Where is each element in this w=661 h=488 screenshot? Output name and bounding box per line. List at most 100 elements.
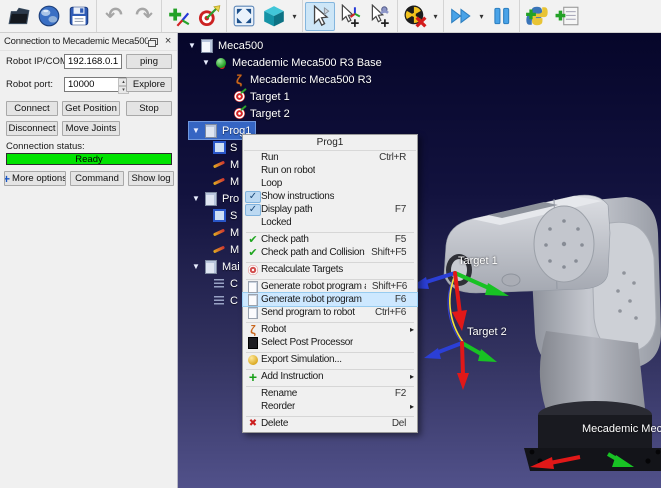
online-library-button[interactable] (34, 2, 64, 31)
fast-simulation-button[interactable] (446, 2, 476, 31)
expander-icon[interactable] (185, 41, 199, 50)
get-position-button[interactable]: Get Position (62, 101, 120, 116)
robot-base-3d-label: Mecademic Meca5 (582, 423, 661, 435)
frame-icon (213, 56, 229, 70)
expander-icon[interactable] (189, 262, 203, 271)
save-button[interactable] (64, 2, 94, 31)
add-reference-frame-button[interactable] (164, 2, 194, 31)
ip-row: Robot IP/COM: ping (0, 54, 178, 70)
page-icon (245, 307, 261, 319)
tree-item-main-program[interactable]: Mai (189, 258, 244, 275)
expander-icon[interactable] (189, 194, 203, 203)
menu-item-recalculate-targets[interactable]: Recalculate Targets (243, 263, 417, 276)
menu-item-select-post-processor[interactable]: Select Post Processor (243, 336, 417, 349)
call-icon (211, 277, 227, 291)
cube-icon (262, 4, 286, 28)
setref-icon (211, 141, 227, 155)
tree-item-instruction[interactable]: S (197, 207, 241, 224)
robot-icon (245, 324, 261, 336)
redo-button[interactable]: ↷ (129, 2, 159, 31)
expander-icon[interactable] (189, 126, 203, 135)
target2-3d-label: Target 2 (467, 326, 507, 338)
stop-button[interactable]: Stop (126, 101, 172, 116)
fast-simulation-dropdown[interactable]: ▾ (476, 2, 487, 31)
tree-item-instruction[interactable]: C (197, 292, 242, 309)
program-icon (203, 192, 219, 206)
undo-icon: ↶ (105, 6, 123, 26)
menu-item-generate-program[interactable]: Generate robot program F6 (243, 293, 417, 306)
move-icon (211, 243, 227, 257)
shortcut-label: Ctrl+F6 (369, 307, 406, 318)
add-item-button[interactable] (552, 2, 582, 31)
move-reference-button[interactable] (335, 2, 365, 31)
menu-item-check-path[interactable]: Check path F5 (243, 233, 417, 246)
add-target-button[interactable] (194, 2, 224, 31)
tree-item-prog2[interactable]: Pro (189, 190, 243, 207)
shortcut-label: Del (386, 418, 406, 429)
tree-item-instruction[interactable]: M (197, 173, 243, 190)
ip-input[interactable] (64, 54, 122, 69)
view-cube-button[interactable] (259, 2, 289, 31)
tree-item-target-1[interactable]: Target 1 (217, 88, 294, 105)
menu-item-loop[interactable]: Loop (243, 177, 417, 190)
show-log-button[interactable]: Show log (128, 171, 174, 186)
fit-view-button[interactable] (229, 2, 259, 31)
menu-item-check-path-collisions[interactable]: Check path and Collisions Shift+F5 (243, 246, 417, 259)
tree-item-base-frame[interactable]: Mecademic Meca500 R3 Base (199, 54, 386, 71)
toolbar-group-simulation: ▾ (444, 0, 520, 32)
view-cube-dropdown[interactable]: ▾ (289, 2, 300, 31)
program-icon (203, 124, 219, 138)
submenu-arrow-icon (406, 325, 414, 334)
none-icon (245, 152, 261, 164)
menu-item-generate-program-as[interactable]: Generate robot program as... Shift+F6 (243, 280, 417, 293)
connect-row: Connect Get Position Stop (0, 101, 178, 117)
none-icon (245, 165, 261, 177)
context-menu-items: Run Ctrl+R Run on robot Loop Show instru… (243, 151, 417, 430)
menu-item-run[interactable]: Run Ctrl+R (243, 151, 417, 164)
tree-item-instruction[interactable]: M (197, 156, 243, 173)
menu-item-reorder[interactable]: Reorder (243, 400, 417, 413)
command-button[interactable]: Command (70, 171, 124, 186)
submenu-arrow-icon (406, 372, 414, 381)
collision-check-icon (403, 4, 427, 28)
float-panel-icon[interactable] (148, 38, 157, 46)
menu-item-export-simulation[interactable]: Export Simulation... (243, 353, 417, 366)
check-collisions-dropdown[interactable]: ▾ (430, 2, 441, 31)
menu-item-add-instruction[interactable]: Add Instruction (243, 370, 417, 383)
add-python-program-button[interactable] (522, 2, 552, 31)
station-icon (199, 39, 215, 53)
open-file-button[interactable] (4, 2, 34, 31)
move-tool-button[interactable] (365, 2, 395, 31)
disconnect-button[interactable]: Disconnect (6, 121, 58, 136)
close-panel-icon[interactable] (163, 37, 173, 47)
tree-item-instruction[interactable]: C (197, 275, 242, 292)
more-options-button[interactable]: More options (4, 171, 66, 186)
tree-item-instruction[interactable]: M (197, 241, 243, 258)
menu-item-locked[interactable]: Locked (243, 216, 417, 229)
tree-item-instruction[interactable]: S (197, 139, 241, 156)
move-joints-button[interactable]: Move Joints (62, 121, 120, 136)
menu-item-rename[interactable]: Rename F2 (243, 387, 417, 400)
check-collisions-button[interactable] (400, 2, 430, 31)
tree-item-target-2[interactable]: Target 2 (217, 105, 294, 122)
menu-item-send-program[interactable]: Send program to robot Ctrl+F6 (243, 306, 417, 319)
menu-item-robot[interactable]: Robot (243, 323, 417, 336)
context-menu-title: Prog1 (244, 135, 416, 151)
menu-item-run-on-robot[interactable]: Run on robot (243, 164, 417, 177)
select-cursor-button[interactable] (305, 2, 335, 31)
undo-button[interactable]: ↶ (99, 2, 129, 31)
pause-simulation-button[interactable] (487, 2, 517, 31)
tree-item-meca500[interactable]: Meca500 (185, 37, 267, 54)
disconnect-row: Disconnect Move Joints (0, 121, 178, 137)
tree-item-robot[interactable]: Mecademic Meca500 R3 (217, 71, 376, 88)
floppy-disk-icon (67, 4, 91, 28)
ping-button[interactable]: ping (126, 54, 172, 69)
menu-item-delete[interactable]: Delete Del (243, 417, 417, 430)
connect-button[interactable]: Connect (6, 101, 58, 116)
tree-item-instruction[interactable]: M (197, 224, 243, 241)
target2-frame[interactable] (424, 343, 497, 390)
menu-item-show-instructions[interactable]: Show instructions (243, 190, 417, 203)
menu-item-display-path[interactable]: Display path F7 (243, 203, 417, 216)
expander-icon[interactable] (199, 58, 213, 67)
status-badge: Ready (6, 153, 172, 165)
